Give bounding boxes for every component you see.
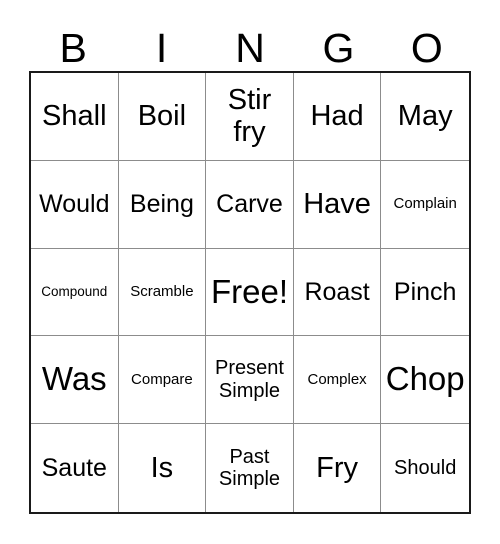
bingo-cell-label: Pinch <box>393 277 457 306</box>
bingo-cell[interactable]: Scramble <box>118 248 207 337</box>
header-letter-g: G <box>322 25 355 71</box>
bingo-header: B I N G O <box>29 16 471 71</box>
bingo-cell[interactable]: Present Simple <box>206 336 294 425</box>
bingo-cell[interactable]: Roast <box>293 248 382 337</box>
bingo-cell-label: Carve <box>216 190 283 219</box>
header-letter-n: N <box>235 25 265 71</box>
bingo-cell[interactable]: Stir fry <box>206 73 294 161</box>
bingo-cell[interactable]: Should <box>381 424 469 512</box>
bingo-cell-label: Should <box>394 456 457 479</box>
bingo-cell-label: Boil <box>137 100 187 133</box>
bingo-cell-label: Complain <box>393 195 457 213</box>
bingo-cell[interactable]: Saute <box>31 424 119 512</box>
bingo-grid: Shall Boil Stir fry Had May Would Being Carve Ha… <box>29 71 471 514</box>
bingo-cell[interactable]: Complex <box>293 336 382 425</box>
bingo-cell-label: May <box>397 100 453 133</box>
bingo-cell[interactable]: Boil <box>118 73 207 161</box>
bingo-cell-label: Compare <box>131 370 193 388</box>
bingo-cell[interactable]: Was <box>31 336 119 425</box>
bingo-cell-label: Compound <box>41 283 108 299</box>
header-letter-b: B <box>59 25 87 71</box>
bingo-cell-label: Fry <box>316 451 359 484</box>
header-letter-i: I <box>155 25 168 71</box>
bingo-cell[interactable]: Fry <box>293 424 382 512</box>
bingo-cell[interactable]: Past Simple <box>206 424 294 512</box>
bingo-cell[interactable]: Chop <box>381 336 469 425</box>
bingo-cell-free[interactable]: Free! <box>206 248 294 337</box>
bingo-cell-label: Would <box>39 190 110 219</box>
bingo-cell-label: Roast <box>304 277 370 306</box>
bingo-cell-label: Saute <box>41 453 107 482</box>
bingo-cell-label: Stir fry <box>227 83 272 149</box>
bingo-cell[interactable]: Being <box>118 160 207 249</box>
bingo-cell-label: Have <box>303 187 371 220</box>
bingo-cell-label: Is <box>150 451 174 484</box>
bingo-cell[interactable]: Had <box>293 73 382 161</box>
bingo-cell-label: Present Simple <box>215 357 284 402</box>
bingo-cell-label: Free! <box>210 272 288 310</box>
bingo-cell[interactable]: Would <box>31 160 119 249</box>
bingo-cell[interactable]: May <box>381 73 469 161</box>
bingo-cell[interactable]: Compare <box>118 336 207 425</box>
bingo-cell[interactable]: Compound <box>31 248 119 337</box>
bingo-cell-label: Complex <box>307 370 367 388</box>
bingo-cell[interactable]: Complain <box>381 160 469 249</box>
bingo-cell[interactable]: Pinch <box>381 248 469 337</box>
bingo-cell-label: Past Simple <box>218 445 281 491</box>
bingo-cell-label: Scramble <box>130 283 194 301</box>
bingo-card: B I N G O Shall Boil Stir fry Had May Would Be… <box>0 0 500 544</box>
bingo-cell[interactable]: Carve <box>206 160 294 249</box>
bingo-cell[interactable]: Have <box>293 160 382 249</box>
bingo-cell-label: Shall <box>42 100 107 133</box>
bingo-cell[interactable]: Shall <box>31 73 119 161</box>
bingo-cell-label: Was <box>41 360 107 398</box>
bingo-cell-label: Chop <box>385 360 465 398</box>
bingo-cell-label: Being <box>129 190 194 219</box>
bingo-cell-label: Had <box>310 100 364 133</box>
header-letter-o: O <box>410 25 443 71</box>
bingo-cell[interactable]: Is <box>118 424 207 512</box>
